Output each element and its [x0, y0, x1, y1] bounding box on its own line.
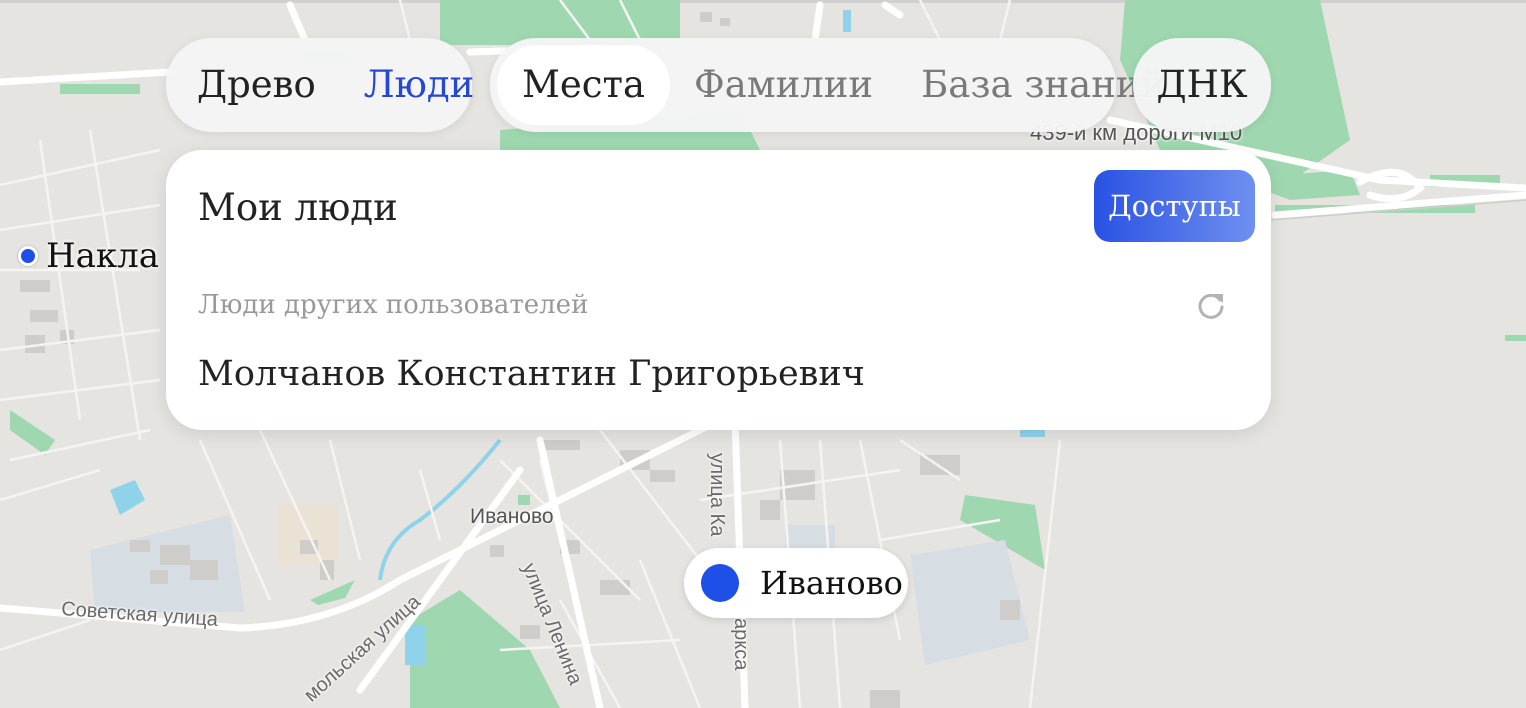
- nav-dna[interactable]: ДНК: [1157, 43, 1248, 127]
- marker-dot-icon: [701, 564, 739, 602]
- person-list-item[interactable]: Молчанов Константин Григорьевич: [198, 354, 865, 394]
- town-label-ivanovo: Иваново: [470, 505, 554, 528]
- my-people-title[interactable]: Мои люди: [198, 186, 398, 229]
- other-users-heading: Люди других пользователей: [198, 290, 589, 320]
- access-button[interactable]: Доступы: [1094, 170, 1255, 242]
- marker-dot-icon: [18, 246, 38, 266]
- nav-tree[interactable]: Древо: [166, 43, 340, 127]
- nav-group-main: Древо Люди: [166, 38, 474, 132]
- nav-group-sections: Места Фамилии База знаний: [490, 38, 1165, 132]
- people-panel: Мои люди Доступы Люди других пользовател…: [166, 150, 1271, 430]
- place-marker-label: Накла: [46, 236, 160, 276]
- place-marker-ivanovo[interactable]: Иваново: [684, 548, 908, 618]
- nav-places[interactable]: Места: [497, 45, 671, 125]
- nav-group-dna: ДНК: [1133, 38, 1271, 132]
- refresh-icon[interactable]: [1196, 290, 1226, 320]
- place-marker-nakla[interactable]: Накла: [18, 236, 159, 276]
- street-label-marksa-bottom: аркса: [730, 618, 752, 671]
- nav-surnames[interactable]: Фамилии: [670, 43, 897, 127]
- place-marker-label: Иваново: [760, 564, 903, 602]
- nav-people[interactable]: Люди: [340, 43, 499, 127]
- street-label-marksa-top: улица Ка: [706, 453, 728, 537]
